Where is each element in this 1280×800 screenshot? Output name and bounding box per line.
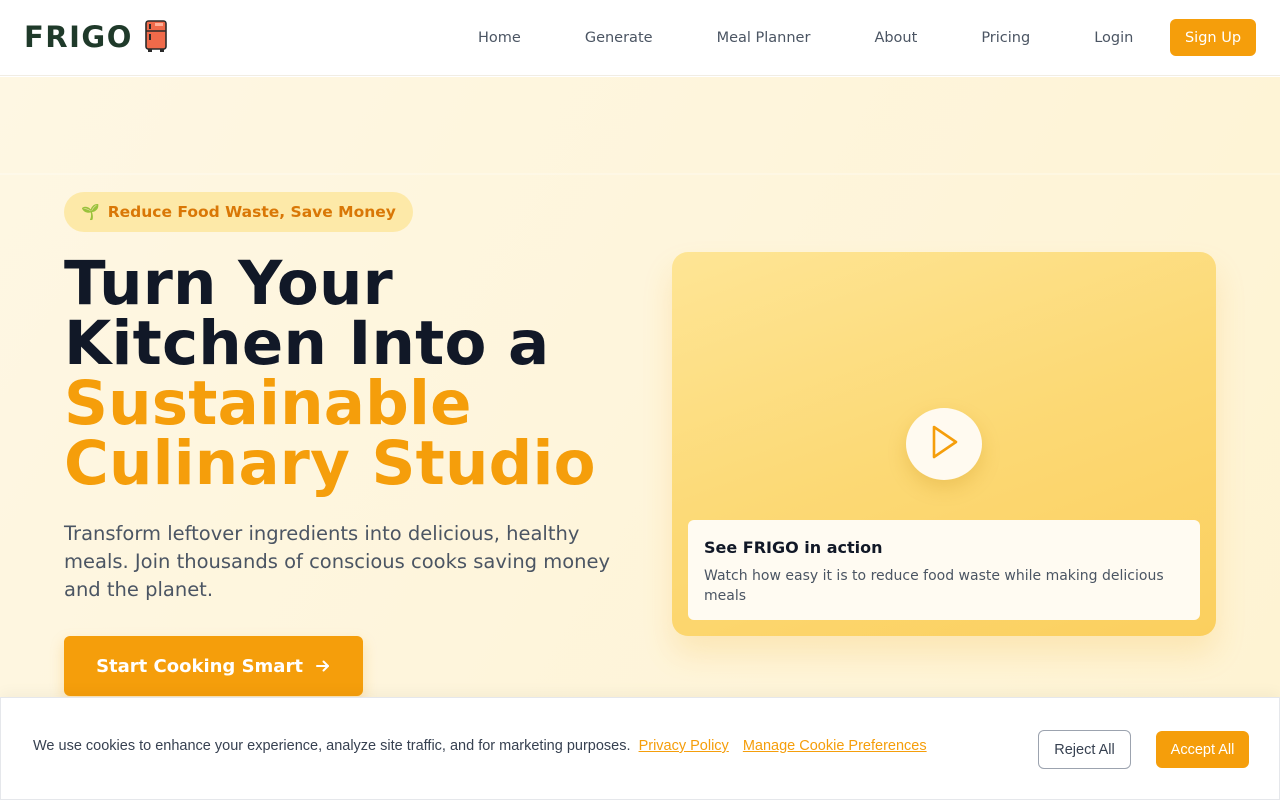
logo-text: FRIGO bbox=[24, 20, 133, 54]
headline-line-1: Turn Your bbox=[64, 248, 393, 319]
hero-subtext: Transform leftover ingredients into deli… bbox=[64, 522, 611, 601]
nav-home[interactable]: Home bbox=[446, 30, 553, 46]
video-card: See FRIGO in action Watch how easy it is… bbox=[672, 252, 1216, 636]
seedling-icon: 🌱 bbox=[81, 203, 100, 221]
nav-meal-planner[interactable]: Meal Planner bbox=[685, 30, 843, 46]
fridge-icon bbox=[145, 20, 167, 54]
nav-about[interactable]: About bbox=[842, 30, 949, 46]
headline-accent-line-2: Culinary Studio bbox=[64, 428, 596, 499]
video-description: Watch how easy it is to reduce food wast… bbox=[704, 568, 1164, 604]
cta-label: Start Cooking Smart bbox=[96, 655, 303, 677]
logo[interactable]: FRIGO bbox=[24, 20, 167, 54]
reject-all-button[interactable]: Reject All bbox=[1038, 730, 1131, 769]
play-icon bbox=[928, 424, 960, 464]
main-nav: Home Generate Meal Planner About Pricing… bbox=[446, 0, 1165, 76]
site-header: FRIGO Home Generate Meal Planner About P… bbox=[0, 0, 1280, 76]
hero-divider bbox=[0, 173, 1280, 175]
signup-button[interactable]: Sign Up bbox=[1170, 19, 1256, 56]
headline-accent-line-1: Sustainable bbox=[64, 368, 472, 439]
headline-line-2: Kitchen Into a bbox=[64, 308, 550, 379]
video-title: See FRIGO in action bbox=[704, 538, 883, 557]
cookie-message-row: We use cookies to enhance your experienc… bbox=[33, 738, 927, 754]
nav-login[interactable]: Login bbox=[1062, 30, 1165, 46]
hero-headline: Turn Your Kitchen Into a Sustainable Cul… bbox=[64, 248, 664, 499]
nav-generate[interactable]: Generate bbox=[553, 30, 685, 46]
video-caption: See FRIGO in action Watch how easy it is… bbox=[688, 520, 1200, 620]
manage-cookie-preferences-link[interactable]: Manage Cookie Preferences bbox=[743, 738, 927, 754]
nav-pricing[interactable]: Pricing bbox=[949, 30, 1062, 46]
arrow-right-icon bbox=[315, 658, 331, 674]
accept-all-button[interactable]: Accept All bbox=[1156, 731, 1249, 768]
hero-badge: 🌱 Reduce Food Waste, Save Money bbox=[64, 192, 413, 232]
play-button[interactable] bbox=[906, 408, 982, 480]
privacy-policy-link[interactable]: Privacy Policy bbox=[639, 738, 729, 754]
hero-badge-text: Reduce Food Waste, Save Money bbox=[107, 203, 396, 221]
cookie-banner: We use cookies to enhance your experienc… bbox=[0, 697, 1280, 800]
start-cooking-button[interactable]: Start Cooking Smart bbox=[64, 636, 363, 696]
cookie-message: We use cookies to enhance your experienc… bbox=[33, 738, 631, 754]
